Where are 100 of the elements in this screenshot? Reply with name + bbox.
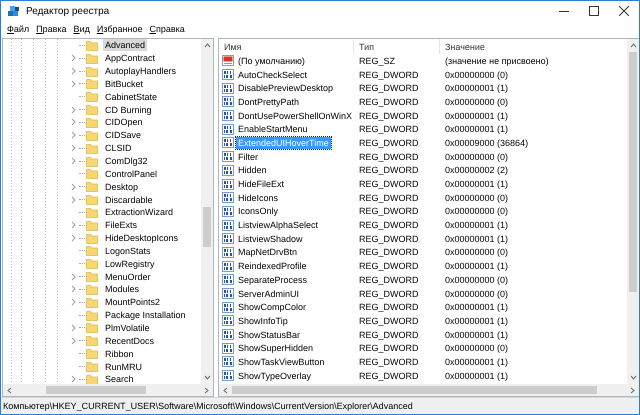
column-header[interactable]: Значение (440, 39, 627, 54)
registry-cubes-icon (7, 4, 20, 18)
folder-icon (86, 232, 98, 244)
value-name[interactable]: ReindexedProfile (236, 260, 309, 272)
value-type: REG_DWORD (358, 343, 420, 354)
value-name[interactable]: IconsOnly (236, 205, 280, 218)
menu-item[interactable]: Вид (70, 24, 93, 34)
value-type: REG_DWORD (358, 138, 420, 148)
value-data: 0x00000001 (1) (444, 330, 510, 340)
folder-icon (86, 66, 98, 77)
value-name[interactable]: DontUsePowerShellOnWinX (236, 110, 354, 122)
tree-item[interactable]: CabinetState (103, 90, 160, 103)
value-name[interactable]: Filter (236, 150, 260, 163)
tree-item[interactable]: Desktop (103, 180, 140, 193)
value-name[interactable]: ShowSuperHidden (236, 342, 316, 354)
value-type: REG_DWORD (358, 370, 420, 381)
tree-item[interactable]: ControlPanel (103, 168, 160, 180)
scroll-thumb[interactable] (46, 386, 146, 394)
value-name[interactable]: ListviewShadow (236, 232, 305, 245)
value-name[interactable]: ShowInfoTip (236, 314, 290, 327)
value-name[interactable]: (По умолчанию) (236, 54, 307, 67)
value-type: REG_DWORD (358, 192, 420, 203)
column-header[interactable]: Имя (219, 39, 354, 54)
value-data: 0x00000000 (0) (444, 192, 510, 203)
binary-value-icon (222, 342, 234, 354)
binary-value-icon (222, 137, 234, 148)
vertical-scrollbar[interactable] (627, 39, 639, 384)
value-name[interactable]: DontPrettyPath (236, 96, 302, 108)
binary-value-icon (222, 356, 234, 368)
value-name[interactable]: HideFileExt (236, 178, 286, 190)
window-title: Редактор реестра (26, 6, 110, 16)
tree-item[interactable]: AppContract (103, 52, 158, 64)
tree-item[interactable]: MenuOrder (103, 270, 153, 283)
value-type: REG_DWORD (358, 152, 420, 162)
tree-item[interactable]: AutoplayHandlers (103, 65, 178, 78)
chevron-left-icon[interactable] (222, 386, 229, 394)
tree-item[interactable]: Discardable (103, 194, 155, 206)
folder-icon (86, 296, 98, 308)
tree-item[interactable]: BitBucket (103, 78, 146, 90)
menu-item[interactable]: Справка (146, 24, 188, 34)
binary-value-icon (222, 329, 234, 340)
value-type: REG_SZ (358, 56, 396, 66)
value-name[interactable]: MapNetDrvBtn (236, 246, 300, 258)
tree-item[interactable]: Search (103, 373, 136, 384)
value-name[interactable]: ShowStatusBar (236, 328, 302, 341)
chevron-right-icon[interactable] (203, 386, 210, 394)
scroll-thumb[interactable] (232, 386, 597, 394)
binary-value-icon (222, 164, 234, 176)
tree-item[interactable]: PlmVolatile (103, 322, 152, 334)
chevron-up-icon[interactable] (204, 42, 210, 49)
tree-item[interactable]: CD Burning (103, 104, 154, 116)
chevron-up-icon[interactable] (630, 42, 636, 49)
tree-item[interactable]: ExtractionWizard (103, 206, 176, 218)
chevron-left-icon[interactable] (6, 386, 13, 394)
chevron-down-icon[interactable] (204, 374, 210, 381)
value-name[interactable]: EnableStartMenu (236, 123, 310, 136)
value-type: REG_DWORD (358, 274, 420, 285)
tree-item[interactable]: RecentDocs (103, 334, 156, 347)
horizontal-scrollbar[interactable] (3, 384, 213, 396)
column-header[interactable]: Тип (354, 39, 440, 54)
scroll-thumb[interactable] (203, 207, 211, 247)
value-name[interactable]: ServerAdminUI (236, 288, 302, 300)
value-name[interactable]: ShowCompColor (236, 301, 308, 314)
tree-item[interactable]: Package Installation (103, 309, 188, 322)
value-name[interactable]: AutoCheckSelect (236, 68, 310, 81)
tree-item[interactable]: Modules (103, 283, 142, 296)
tree-item[interactable]: LowRegistry (103, 258, 157, 270)
chevron-right-icon[interactable] (629, 386, 636, 394)
value-name[interactable]: ListviewAlphaSelect (236, 219, 320, 232)
value-name[interactable]: SeparateProcess (236, 274, 310, 286)
value-data: 0x00000001 (1) (444, 370, 510, 381)
value-name[interactable]: ShowTaskViewButton (236, 356, 326, 368)
tree-item[interactable]: Ribbon (103, 348, 136, 360)
vertical-scrollbar[interactable] (201, 39, 213, 384)
value-type: REG_DWORD (358, 83, 420, 94)
tree-item[interactable]: Advanced (103, 39, 148, 52)
value-name[interactable]: DisablePreviewDesktop (236, 82, 336, 94)
chevron-down-icon[interactable] (630, 374, 636, 381)
menu-item[interactable]: Файл (4, 24, 32, 34)
value-name[interactable]: HideIcons (236, 192, 280, 204)
menu-item[interactable]: Избранное (94, 24, 146, 34)
tree-item[interactable]: ComDlg32 (103, 155, 150, 168)
value-data: 0x00000001 (1) (444, 316, 510, 326)
value-name[interactable]: Hidden (236, 164, 269, 176)
menu-item[interactable]: Правка (33, 24, 70, 34)
tree-item[interactable]: CLSID (103, 142, 134, 154)
tree-item[interactable]: CIDSave (103, 129, 144, 142)
tree-item[interactable]: MountPoints2 (103, 296, 162, 308)
tree-item[interactable]: FileExts (103, 219, 140, 232)
value-name[interactable]: ShowTypeOverlay (236, 370, 314, 382)
horizontal-scrollbar[interactable] (219, 384, 639, 396)
tree-item[interactable]: HideDesktopIcons (103, 232, 180, 244)
value-type: REG_DWORD (358, 124, 420, 134)
tree-item[interactable]: RunMRU (103, 360, 144, 373)
scroll-thumb[interactable] (629, 52, 637, 292)
tree-item[interactable]: LogonStats (103, 244, 153, 257)
folder-icon (86, 245, 98, 256)
binary-value-icon (222, 288, 234, 300)
binary-value-icon (222, 206, 234, 217)
tree-item[interactable]: CIDOpen (103, 116, 145, 128)
